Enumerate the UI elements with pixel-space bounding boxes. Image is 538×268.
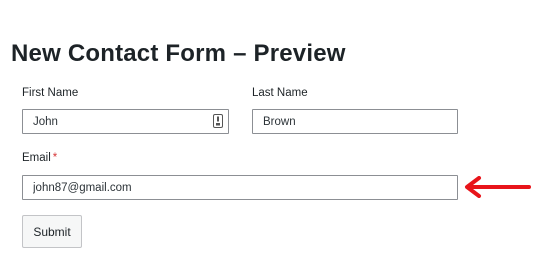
last-name-label: Last Name	[252, 87, 308, 99]
left-arrow-icon	[465, 176, 531, 198]
first-name-input[interactable]	[22, 109, 229, 134]
email-label-text: Email	[22, 152, 51, 164]
email-input[interactable]	[22, 175, 458, 200]
submit-button[interactable]: Submit	[22, 215, 82, 248]
first-name-label: First Name	[22, 87, 79, 99]
page-title: New Contact Form – Preview	[11, 40, 346, 67]
email-label: Email *	[22, 152, 57, 164]
last-name-input[interactable]	[252, 109, 458, 134]
password-manager-key-icon[interactable]	[213, 114, 223, 128]
required-asterisk: *	[52, 152, 58, 164]
form-preview-page: New Contact Form – Preview First Name La…	[0, 0, 538, 268]
